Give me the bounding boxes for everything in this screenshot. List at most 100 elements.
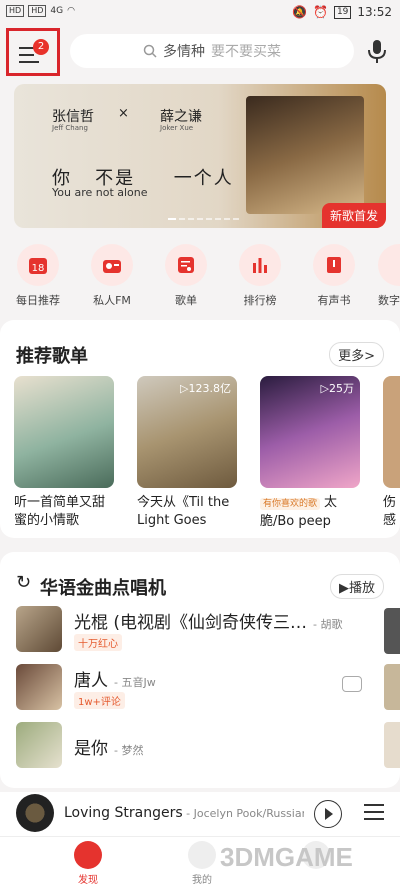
section-title: 华语金曲点唱机 [40, 578, 166, 599]
playlist-tag: 有你喜欢的歌 [260, 498, 321, 510]
book-icon [313, 244, 355, 286]
playlist-title: 听一首简单又甜蜜的小情歌 [14, 495, 106, 528]
banner-artist-2-en: Joker Xue [160, 124, 194, 132]
section-title: 推荐歌单 [16, 346, 88, 367]
refresh-icon[interactable]: ↻ [16, 572, 31, 593]
tab-discover[interactable]: 发现 [58, 841, 118, 886]
tab-label: 我的 [192, 875, 212, 886]
album-icon [378, 244, 400, 286]
song-title: 唐人 [74, 671, 108, 691]
status-signal-group: HD HD 4G ◠ [6, 5, 75, 17]
song-artist: - 胡歌 [313, 618, 343, 631]
playlist-icon [165, 244, 207, 286]
song-name: 是你 - 梦然 [74, 734, 344, 759]
quick-entry-label: 私人FM [93, 294, 131, 307]
song-artist: - 五音Jw [114, 676, 156, 689]
mini-player-disc [16, 794, 54, 832]
chart-icon [239, 244, 281, 286]
banner-cross: × [118, 106, 129, 121]
playlist-cover: ▷25万 [260, 376, 360, 488]
menu-badge: 2 [33, 39, 49, 55]
playlist-title: 有你喜欢的歌 太脆/Bo peep [260, 494, 360, 530]
playlist-cover [383, 376, 400, 488]
watermark: 3DMGAME [220, 842, 353, 872]
song-title: 是你 [74, 739, 108, 759]
banner-artist-1: 张信哲 [52, 109, 94, 125]
calendar-date: 18 [32, 263, 45, 274]
calendar-icon: 18 [17, 244, 59, 286]
banner-pager [168, 218, 239, 220]
playlist-queue-icon[interactable] [364, 804, 384, 825]
alarm-icon: ⏰ [313, 5, 328, 19]
hd-indicator: HD [6, 5, 25, 17]
microphone-icon[interactable] [366, 38, 388, 64]
song-cover [16, 664, 62, 710]
quick-entry-audiobook[interactable]: 有声书 [304, 244, 364, 308]
playlist-card[interactable]: 听一首简单又甜蜜的小情歌 [14, 376, 114, 530]
playlist-play-count: ▷123.8亿 [180, 382, 231, 395]
network-type: 4G [50, 6, 64, 16]
quick-entry-label: 歌单 [175, 294, 197, 307]
clock: 13:52 [357, 5, 392, 19]
playlist-card[interactable]: ▷123.8亿 今天从《Til the Light Goes Out… [137, 376, 237, 530]
quick-entry-label: 排行榜 [243, 294, 277, 307]
mini-player-song: Loving Strangers [64, 805, 183, 821]
quick-entry-label: 数字 [378, 294, 400, 307]
song-name: 光棍 (电视剧《仙剑奇侠传三… - 胡歌 [74, 608, 344, 633]
song-name: 唐人 - 五音Jw [74, 666, 344, 691]
song-tag: 1w+评论 [74, 692, 125, 709]
battery-indicator: 19 [333, 5, 352, 19]
quick-entry-digital[interactable]: 数字 [366, 244, 400, 308]
hd-indicator-2: HD [28, 5, 47, 17]
quick-entry-label: 有声书 [317, 294, 351, 307]
search-icon [143, 44, 157, 58]
banner-tag: 新歌首发 [321, 203, 386, 228]
song-tag: 十万红心 [74, 634, 122, 651]
song-row[interactable]: 唐人 - 五音Jw 1w+评论 [16, 664, 386, 714]
status-right-group: 🔕 ⏰ 19 13:52 [292, 5, 392, 19]
search-keyword: 多情种 [163, 44, 205, 60]
quick-entry-playlist[interactable]: 歌单 [156, 244, 216, 308]
playlist-cover: ▷123.8亿 [137, 376, 237, 488]
song-row[interactable]: 光棍 (电视剧《仙剑奇侠传三… - 胡歌 十万红心 [16, 606, 386, 656]
song-cover [16, 722, 62, 768]
playlist-card[interactable]: ▷25万 有你喜欢的歌 太脆/Bo peep [260, 376, 360, 530]
quick-entry-label: 每日推荐 [16, 294, 60, 307]
hero-banner[interactable]: 张信哲 Jeff Chang × 薛之谦 Joker Xue 你 不是 一个人 … [14, 84, 386, 228]
more-button[interactable]: 更多> [329, 342, 384, 367]
mini-player[interactable]: Loving Strangers - Jocelyn Pook/Russian… [0, 792, 400, 836]
search-hint: 要不要买菜 [211, 44, 281, 60]
banner-artist-2: 薛之谦 [160, 109, 202, 125]
playlist-play-count: ▷25万 [320, 382, 354, 395]
menu-button[interactable]: 2 [6, 28, 60, 76]
play-all-button[interactable]: ▶播放 [330, 574, 384, 599]
song-artist: - 梦然 [114, 744, 144, 757]
status-bar: HD HD 4G ◠ 🔕 ⏰ 19 13:52 [0, 0, 400, 28]
music-note-icon [188, 841, 216, 869]
mini-player-artist: - Jocelyn Pook/Russian… [186, 807, 304, 820]
banner-artist-1-en: Jeff Chang [52, 124, 88, 132]
playlist-cover [14, 376, 114, 488]
next-page-thumb [384, 608, 400, 654]
play-button[interactable] [314, 800, 342, 828]
song-title: 光棍 (电视剧《仙剑奇侠传三… [74, 613, 308, 633]
mv-play-icon[interactable] [342, 676, 362, 692]
top-header: 2 多情种 要不要买菜 [0, 28, 400, 76]
play-icon [324, 807, 333, 820]
radio-icon [91, 244, 133, 286]
banner-title-en: You are not alone [52, 186, 148, 199]
mute-icon: 🔕 [292, 5, 307, 19]
quick-entry-daily[interactable]: 18 每日推荐 [8, 244, 68, 308]
quick-entry-chart[interactable]: 排行榜 [230, 244, 290, 308]
playlist-title: 今天从《Til the Light Goes Out… [137, 495, 230, 528]
tab-label: 发现 [78, 875, 98, 886]
song-cover [16, 606, 62, 652]
search-bar[interactable]: 多情种 要不要买菜 [70, 34, 354, 68]
playlist-card[interactable]: 伤感 [383, 376, 400, 530]
quick-entries: 18 每日推荐 私人FM 歌单 排行榜 有声书 数字 [0, 244, 400, 308]
mini-player-title: Loving Strangers - Jocelyn Pook/Russian… [64, 805, 304, 821]
next-page-thumb [384, 664, 400, 710]
song-row[interactable]: 是你 - 梦然 [16, 722, 386, 772]
quick-entry-fm[interactable]: 私人FM [82, 244, 142, 308]
discover-icon [74, 841, 102, 869]
